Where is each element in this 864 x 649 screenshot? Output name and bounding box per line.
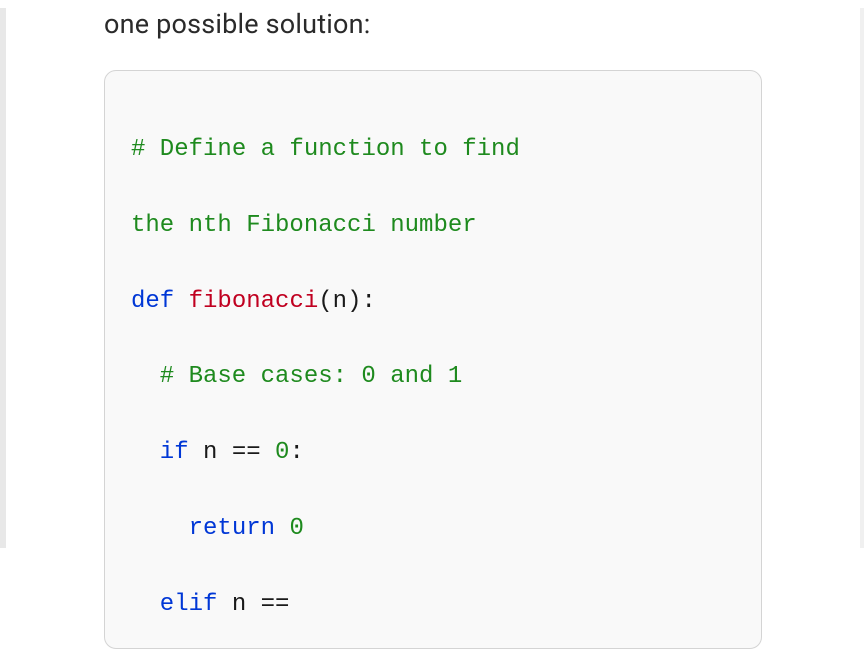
code-line-def: def fibonacci(n): <box>131 283 735 321</box>
keyword-elif: elif <box>160 591 218 618</box>
op-eq: == <box>261 591 290 618</box>
comment-token: # Define a function to find <box>131 136 520 163</box>
code-line-return: return 0 <box>131 510 735 548</box>
paren-close-colon: ): <box>347 288 376 315</box>
num-zero: 0 <box>289 515 303 542</box>
right-border <box>860 8 864 548</box>
num-zero: 0 <box>275 439 289 466</box>
op-eq: == <box>232 439 261 466</box>
paren-open: ( <box>318 288 332 315</box>
var-n: n <box>203 439 217 466</box>
code-line-comment-2: # Base cases: 0 and 1 <box>131 358 735 396</box>
intro-text: one possible solution: <box>104 8 762 40</box>
code-line-elif: elif n == <box>131 586 735 624</box>
param-n: n <box>333 288 347 315</box>
page-container: one possible solution: # Define a functi… <box>0 8 864 548</box>
colon: : <box>289 439 303 466</box>
comment-token: the nth Fibonacci number <box>131 212 477 239</box>
var-n: n <box>232 591 246 618</box>
left-border <box>0 8 6 548</box>
function-name: fibonacci <box>189 288 319 315</box>
code-line-comment-1: # Define a function to find <box>131 131 735 169</box>
content-area: one possible solution: # Define a functi… <box>0 8 864 649</box>
code-block: # Define a function to find the nth Fibo… <box>104 70 762 649</box>
comment-token: # Base cases: 0 and 1 <box>160 363 462 390</box>
keyword-return: return <box>189 515 275 542</box>
code-line-comment-1b: the nth Fibonacci number <box>131 207 735 245</box>
keyword-def: def <box>131 288 174 315</box>
code-line-if: if n == 0: <box>131 434 735 472</box>
keyword-if: if <box>160 439 189 466</box>
